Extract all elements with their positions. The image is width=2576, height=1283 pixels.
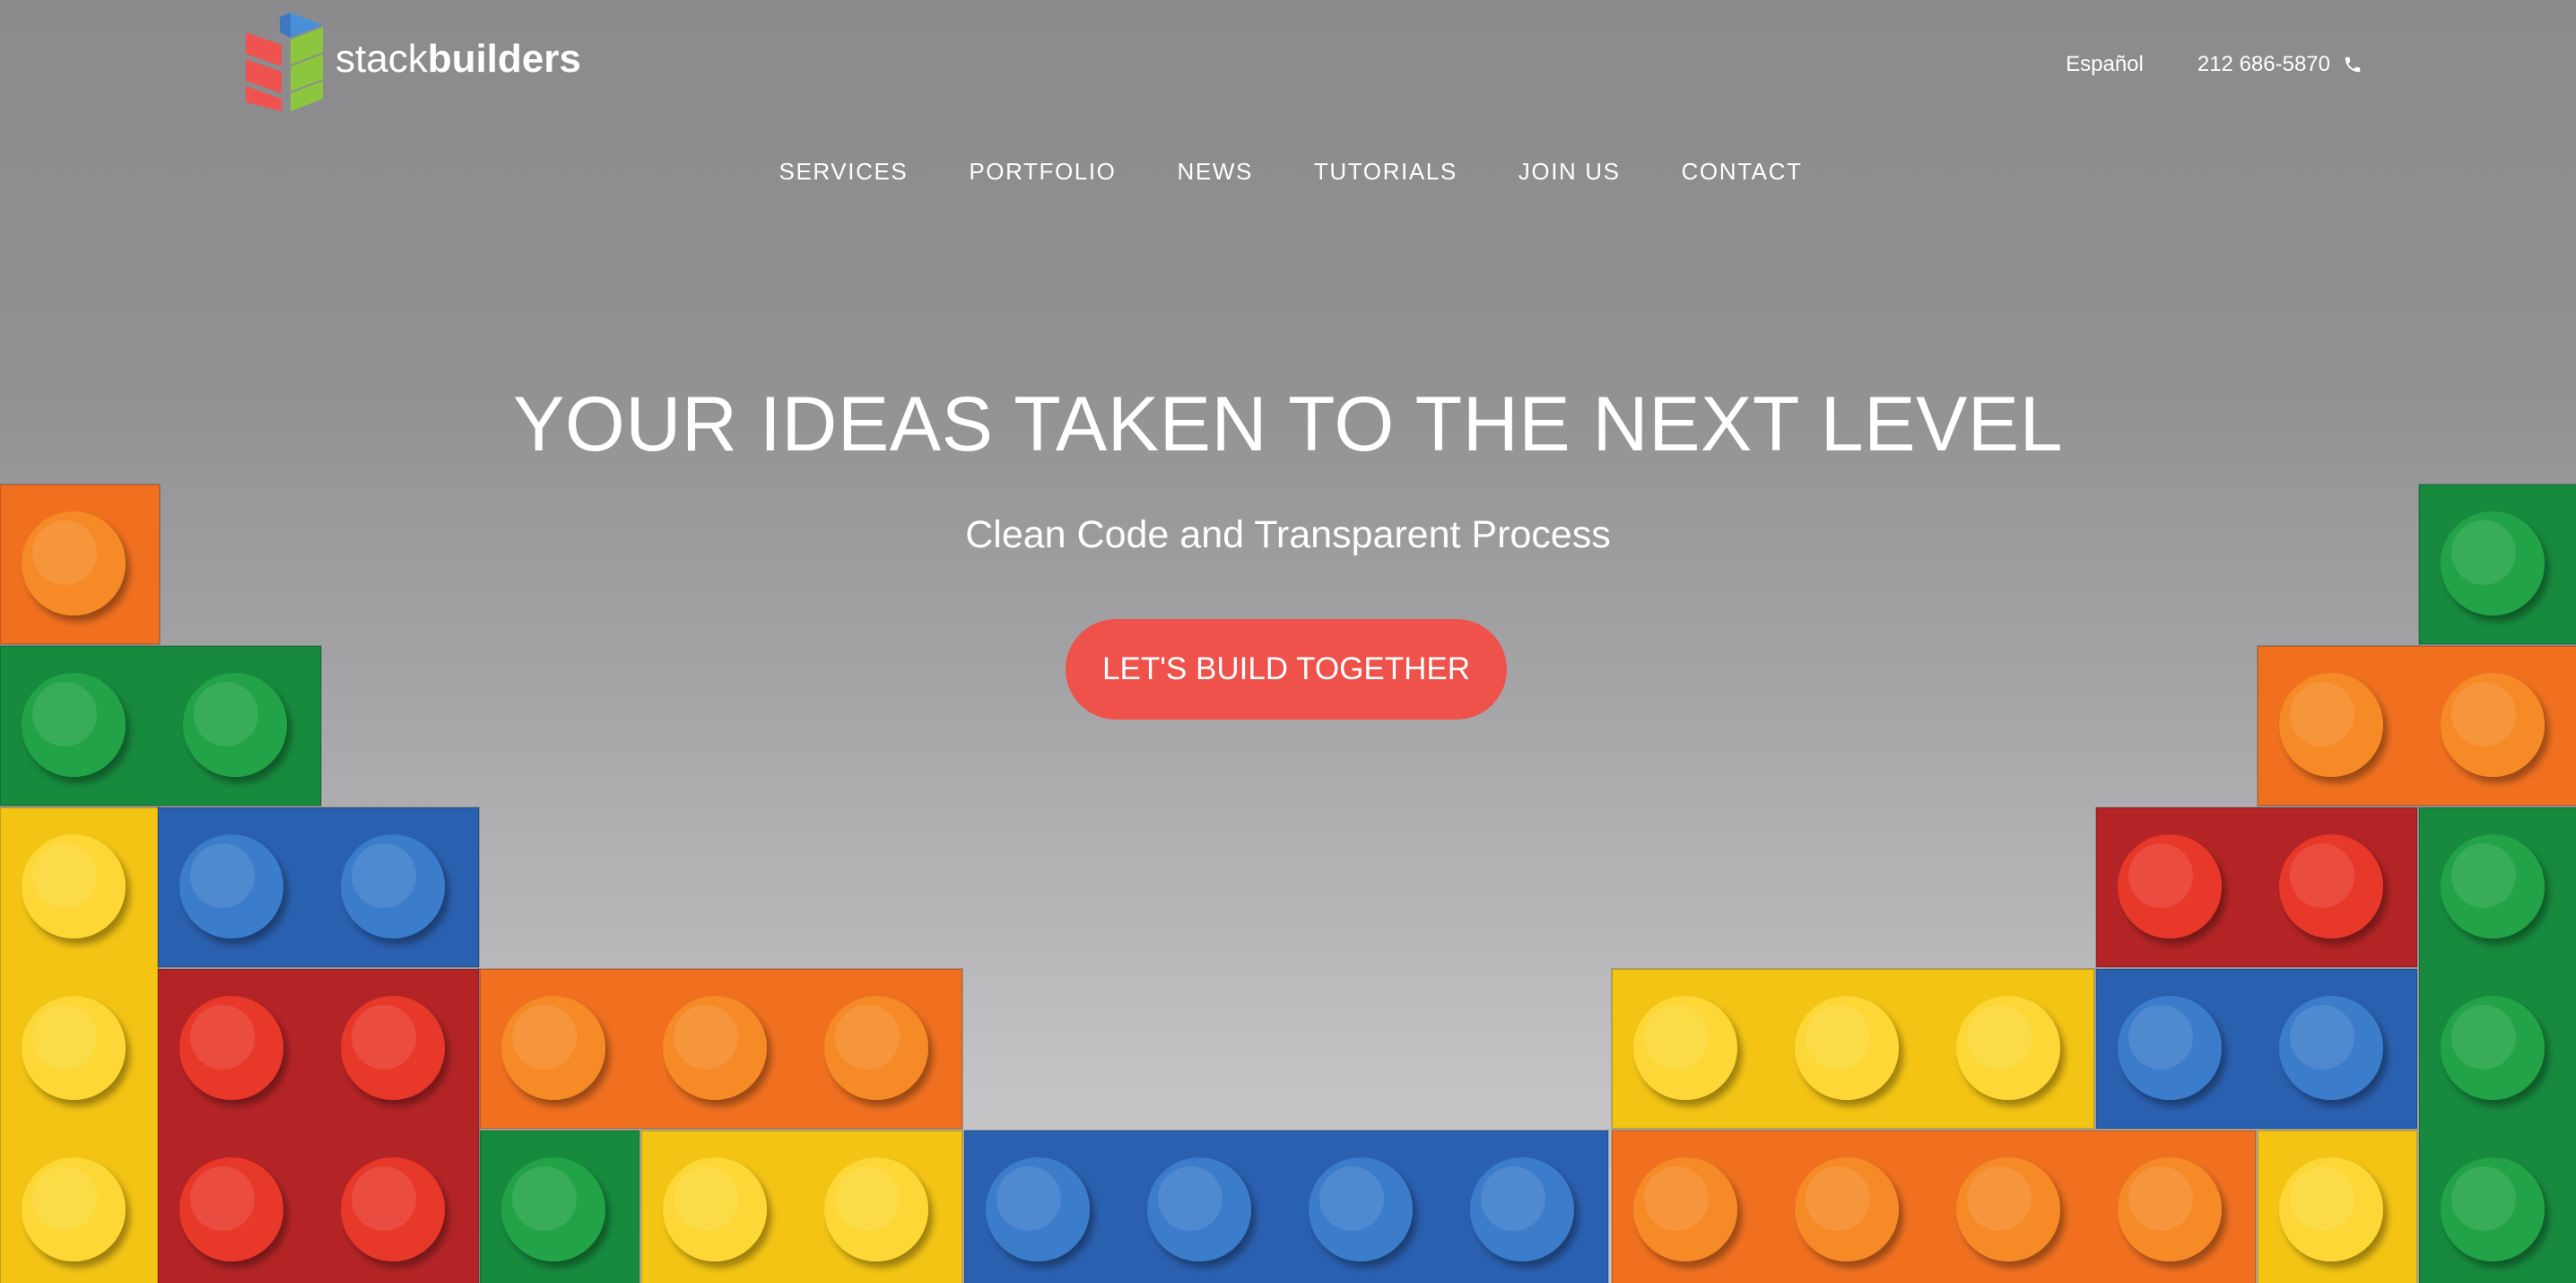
lego-stud-highlight — [2451, 682, 2516, 746]
lego-stud-highlight — [1806, 1005, 1870, 1069]
lego-brick — [963, 1130, 1609, 1283]
lego-brick — [157, 807, 480, 968]
lego-brick — [157, 968, 480, 1283]
header-utility: Español 212 686-5870 — [2066, 52, 2363, 77]
lego-brick — [1611, 1130, 2257, 1283]
lego-stud-highlight — [835, 1166, 900, 1231]
phone-number: 212 686-5870 — [2197, 52, 2330, 76]
lego-brick — [2257, 645, 2576, 807]
logo-text-bold: builders — [427, 37, 581, 81]
lego-brick — [0, 807, 161, 1283]
lego-stud-highlight — [190, 1166, 255, 1231]
lego-stud-highlight — [2290, 682, 2354, 746]
main-nav: SERVICES PORTFOLIO NEWS TUTORIALS JOIN U… — [0, 158, 2576, 186]
lego-stud-highlight — [512, 1005, 577, 1069]
lego-stud-highlight — [352, 1166, 416, 1231]
lego-brick — [0, 484, 161, 645]
lego-stud-highlight — [2451, 1166, 2516, 1231]
lego-brick — [0, 645, 322, 807]
lego-brick — [2095, 968, 2418, 1130]
lego-stud-highlight — [190, 1005, 255, 1069]
lego-stud-highlight — [1967, 1005, 2032, 1069]
logo-wordmark: stackbuilders — [335, 37, 581, 82]
lego-stud-highlight — [32, 1005, 97, 1069]
logo-text-light: stack — [335, 37, 428, 81]
lego-brick — [2418, 484, 2576, 645]
lego-stud-highlight — [2290, 1166, 2354, 1231]
lego-stud-highlight — [2451, 843, 2516, 908]
nav-news[interactable]: NEWS — [1178, 158, 1253, 186]
lego-stud-highlight — [194, 682, 258, 746]
lego-brick — [2418, 807, 2576, 1283]
hero-title: YOUR IDEAS TAKEN TO THE NEXT LEVEL — [512, 381, 2063, 467]
lego-stud-highlight — [512, 1166, 577, 1231]
lego-stud-highlight — [1319, 1166, 1384, 1231]
lego-brick — [2095, 807, 2418, 968]
stackbuilders-logo[interactable]: stackbuilders — [244, 13, 581, 113]
lego-stud-highlight — [352, 843, 416, 908]
phone-icon — [2345, 57, 2361, 73]
lego-brick — [479, 968, 963, 1130]
hero-subtitle: Clean Code and Transparent Process — [965, 513, 1611, 556]
lego-stud-highlight — [1967, 1166, 2032, 1231]
lego-stud-highlight — [32, 843, 97, 908]
lego-brick — [2257, 1130, 2418, 1283]
lego-stud-highlight — [1481, 1166, 1545, 1231]
language-link[interactable]: Español — [2066, 52, 2144, 77]
nav-contact[interactable]: CONTACT — [1682, 158, 1803, 186]
nav-tutorials[interactable]: TUTORIALS — [1314, 158, 1458, 186]
lego-stud-highlight — [2128, 1166, 2193, 1231]
nav-services[interactable]: SERVICES — [779, 158, 909, 186]
lego-stud-highlight — [2290, 843, 2354, 908]
lego-stud-highlight — [674, 1005, 738, 1069]
lego-stud-highlight — [2451, 1005, 2516, 1069]
lego-stud-highlight — [2128, 843, 2193, 908]
lets-build-together-button[interactable]: LET'S BUILD TOGETHER — [1066, 619, 1507, 720]
lego-stud-highlight — [1644, 1166, 1709, 1231]
lego-stud-highlight — [674, 1166, 738, 1231]
lego-stud-highlight — [996, 1166, 1061, 1231]
lego-stud-highlight — [835, 1005, 900, 1069]
lego-brick — [479, 1130, 640, 1283]
lego-brick — [1611, 968, 2095, 1130]
lego-stud-highlight — [352, 1005, 416, 1069]
phone-link[interactable]: 212 686-5870 — [2197, 52, 2363, 77]
lego-stud-highlight — [32, 1166, 97, 1231]
lego-stud-highlight — [32, 682, 97, 746]
lego-stud-highlight — [1158, 1166, 1223, 1231]
lego-brick — [640, 1130, 963, 1283]
lego-stud-highlight — [1806, 1166, 1870, 1231]
stack-logo-icon — [246, 13, 323, 111]
lego-stud-highlight — [190, 843, 255, 908]
nav-join-us[interactable]: JOIN US — [1519, 158, 1621, 186]
lego-stud-highlight — [2290, 1005, 2354, 1069]
lego-stud-highlight — [1644, 1005, 1709, 1069]
nav-portfolio[interactable]: PORTFOLIO — [969, 158, 1116, 186]
lego-stud-highlight — [2128, 1005, 2193, 1069]
